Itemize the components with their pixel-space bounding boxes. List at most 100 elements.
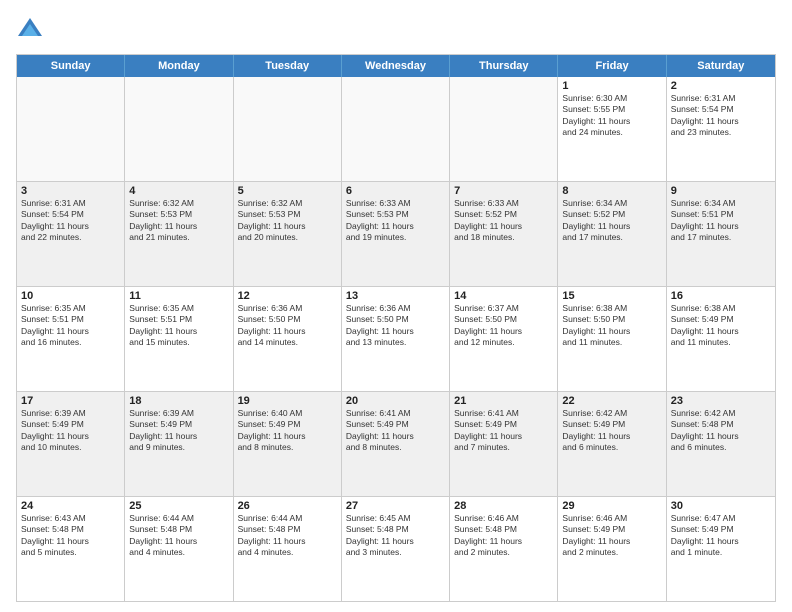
- day-number: 7: [454, 185, 553, 197]
- cal-cell: 13Sunrise: 6:36 AM Sunset: 5:50 PM Dayli…: [342, 287, 450, 391]
- day-number: 17: [21, 395, 120, 407]
- page: SundayMondayTuesdayWednesdayThursdayFrid…: [0, 0, 792, 612]
- cal-cell: 25Sunrise: 6:44 AM Sunset: 5:48 PM Dayli…: [125, 497, 233, 601]
- day-number: 3: [21, 185, 120, 197]
- day-number: 20: [346, 395, 445, 407]
- header-day-friday: Friday: [558, 55, 666, 77]
- day-number: 23: [671, 395, 771, 407]
- day-number: 16: [671, 290, 771, 302]
- day-number: 15: [562, 290, 661, 302]
- day-number: 24: [21, 500, 120, 512]
- cal-cell: 3Sunrise: 6:31 AM Sunset: 5:54 PM Daylig…: [17, 182, 125, 286]
- day-number: 12: [238, 290, 337, 302]
- cal-cell: 15Sunrise: 6:38 AM Sunset: 5:50 PM Dayli…: [558, 287, 666, 391]
- cal-cell: 30Sunrise: 6:47 AM Sunset: 5:49 PM Dayli…: [667, 497, 775, 601]
- day-info: Sunrise: 6:44 AM Sunset: 5:48 PM Dayligh…: [129, 513, 228, 559]
- logo: [16, 16, 48, 44]
- day-info: Sunrise: 6:45 AM Sunset: 5:48 PM Dayligh…: [346, 513, 445, 559]
- day-number: 9: [671, 185, 771, 197]
- day-number: 27: [346, 500, 445, 512]
- day-info: Sunrise: 6:33 AM Sunset: 5:52 PM Dayligh…: [454, 198, 553, 244]
- cal-cell: [450, 77, 558, 181]
- day-number: 29: [562, 500, 661, 512]
- day-number: 19: [238, 395, 337, 407]
- cal-cell: 24Sunrise: 6:43 AM Sunset: 5:48 PM Dayli…: [17, 497, 125, 601]
- cal-cell: [342, 77, 450, 181]
- day-number: 21: [454, 395, 553, 407]
- day-number: 28: [454, 500, 553, 512]
- day-info: Sunrise: 6:41 AM Sunset: 5:49 PM Dayligh…: [346, 408, 445, 454]
- cal-cell: [234, 77, 342, 181]
- cal-cell: 14Sunrise: 6:37 AM Sunset: 5:50 PM Dayli…: [450, 287, 558, 391]
- day-info: Sunrise: 6:32 AM Sunset: 5:53 PM Dayligh…: [238, 198, 337, 244]
- header-day-tuesday: Tuesday: [234, 55, 342, 77]
- cal-cell: 11Sunrise: 6:35 AM Sunset: 5:51 PM Dayli…: [125, 287, 233, 391]
- cal-cell: 17Sunrise: 6:39 AM Sunset: 5:49 PM Dayli…: [17, 392, 125, 496]
- day-number: 25: [129, 500, 228, 512]
- cal-cell: 16Sunrise: 6:38 AM Sunset: 5:49 PM Dayli…: [667, 287, 775, 391]
- cal-cell: 20Sunrise: 6:41 AM Sunset: 5:49 PM Dayli…: [342, 392, 450, 496]
- cal-cell: 8Sunrise: 6:34 AM Sunset: 5:52 PM Daylig…: [558, 182, 666, 286]
- header: [16, 16, 776, 44]
- header-day-monday: Monday: [125, 55, 233, 77]
- day-number: 8: [562, 185, 661, 197]
- day-info: Sunrise: 6:42 AM Sunset: 5:49 PM Dayligh…: [562, 408, 661, 454]
- cal-cell: 6Sunrise: 6:33 AM Sunset: 5:53 PM Daylig…: [342, 182, 450, 286]
- day-number: 26: [238, 500, 337, 512]
- day-info: Sunrise: 6:36 AM Sunset: 5:50 PM Dayligh…: [238, 303, 337, 349]
- day-info: Sunrise: 6:32 AM Sunset: 5:53 PM Dayligh…: [129, 198, 228, 244]
- day-info: Sunrise: 6:46 AM Sunset: 5:48 PM Dayligh…: [454, 513, 553, 559]
- day-number: 11: [129, 290, 228, 302]
- day-number: 2: [671, 80, 771, 92]
- week-row-3: 17Sunrise: 6:39 AM Sunset: 5:49 PM Dayli…: [17, 391, 775, 496]
- day-number: 30: [671, 500, 771, 512]
- cal-cell: 29Sunrise: 6:46 AM Sunset: 5:49 PM Dayli…: [558, 497, 666, 601]
- calendar-header: SundayMondayTuesdayWednesdayThursdayFrid…: [17, 55, 775, 77]
- week-row-1: 3Sunrise: 6:31 AM Sunset: 5:54 PM Daylig…: [17, 181, 775, 286]
- day-info: Sunrise: 6:31 AM Sunset: 5:54 PM Dayligh…: [671, 93, 771, 139]
- day-info: Sunrise: 6:30 AM Sunset: 5:55 PM Dayligh…: [562, 93, 661, 139]
- day-info: Sunrise: 6:34 AM Sunset: 5:52 PM Dayligh…: [562, 198, 661, 244]
- cal-cell: 12Sunrise: 6:36 AM Sunset: 5:50 PM Dayli…: [234, 287, 342, 391]
- day-number: 5: [238, 185, 337, 197]
- day-info: Sunrise: 6:38 AM Sunset: 5:50 PM Dayligh…: [562, 303, 661, 349]
- day-info: Sunrise: 6:43 AM Sunset: 5:48 PM Dayligh…: [21, 513, 120, 559]
- cal-cell: 2Sunrise: 6:31 AM Sunset: 5:54 PM Daylig…: [667, 77, 775, 181]
- header-day-sunday: Sunday: [17, 55, 125, 77]
- day-number: 6: [346, 185, 445, 197]
- cal-cell: 7Sunrise: 6:33 AM Sunset: 5:52 PM Daylig…: [450, 182, 558, 286]
- week-row-0: 1Sunrise: 6:30 AM Sunset: 5:55 PM Daylig…: [17, 77, 775, 181]
- day-info: Sunrise: 6:46 AM Sunset: 5:49 PM Dayligh…: [562, 513, 661, 559]
- cal-cell: 9Sunrise: 6:34 AM Sunset: 5:51 PM Daylig…: [667, 182, 775, 286]
- header-day-saturday: Saturday: [667, 55, 775, 77]
- day-info: Sunrise: 6:34 AM Sunset: 5:51 PM Dayligh…: [671, 198, 771, 244]
- cal-cell: [125, 77, 233, 181]
- week-row-2: 10Sunrise: 6:35 AM Sunset: 5:51 PM Dayli…: [17, 286, 775, 391]
- day-info: Sunrise: 6:39 AM Sunset: 5:49 PM Dayligh…: [129, 408, 228, 454]
- cal-cell: 19Sunrise: 6:40 AM Sunset: 5:49 PM Dayli…: [234, 392, 342, 496]
- day-info: Sunrise: 6:39 AM Sunset: 5:49 PM Dayligh…: [21, 408, 120, 454]
- day-info: Sunrise: 6:35 AM Sunset: 5:51 PM Dayligh…: [129, 303, 228, 349]
- day-info: Sunrise: 6:31 AM Sunset: 5:54 PM Dayligh…: [21, 198, 120, 244]
- day-info: Sunrise: 6:38 AM Sunset: 5:49 PM Dayligh…: [671, 303, 771, 349]
- cal-cell: 5Sunrise: 6:32 AM Sunset: 5:53 PM Daylig…: [234, 182, 342, 286]
- calendar: SundayMondayTuesdayWednesdayThursdayFrid…: [16, 54, 776, 602]
- cal-cell: 27Sunrise: 6:45 AM Sunset: 5:48 PM Dayli…: [342, 497, 450, 601]
- cal-cell: 1Sunrise: 6:30 AM Sunset: 5:55 PM Daylig…: [558, 77, 666, 181]
- day-info: Sunrise: 6:36 AM Sunset: 5:50 PM Dayligh…: [346, 303, 445, 349]
- logo-icon: [16, 16, 44, 44]
- day-info: Sunrise: 6:35 AM Sunset: 5:51 PM Dayligh…: [21, 303, 120, 349]
- day-info: Sunrise: 6:41 AM Sunset: 5:49 PM Dayligh…: [454, 408, 553, 454]
- cal-cell: 28Sunrise: 6:46 AM Sunset: 5:48 PM Dayli…: [450, 497, 558, 601]
- cal-cell: 18Sunrise: 6:39 AM Sunset: 5:49 PM Dayli…: [125, 392, 233, 496]
- cal-cell: 26Sunrise: 6:44 AM Sunset: 5:48 PM Dayli…: [234, 497, 342, 601]
- day-info: Sunrise: 6:40 AM Sunset: 5:49 PM Dayligh…: [238, 408, 337, 454]
- cal-cell: 22Sunrise: 6:42 AM Sunset: 5:49 PM Dayli…: [558, 392, 666, 496]
- day-info: Sunrise: 6:47 AM Sunset: 5:49 PM Dayligh…: [671, 513, 771, 559]
- day-info: Sunrise: 6:33 AM Sunset: 5:53 PM Dayligh…: [346, 198, 445, 244]
- day-info: Sunrise: 6:37 AM Sunset: 5:50 PM Dayligh…: [454, 303, 553, 349]
- week-row-4: 24Sunrise: 6:43 AM Sunset: 5:48 PM Dayli…: [17, 496, 775, 601]
- day-number: 22: [562, 395, 661, 407]
- header-day-thursday: Thursday: [450, 55, 558, 77]
- day-number: 1: [562, 80, 661, 92]
